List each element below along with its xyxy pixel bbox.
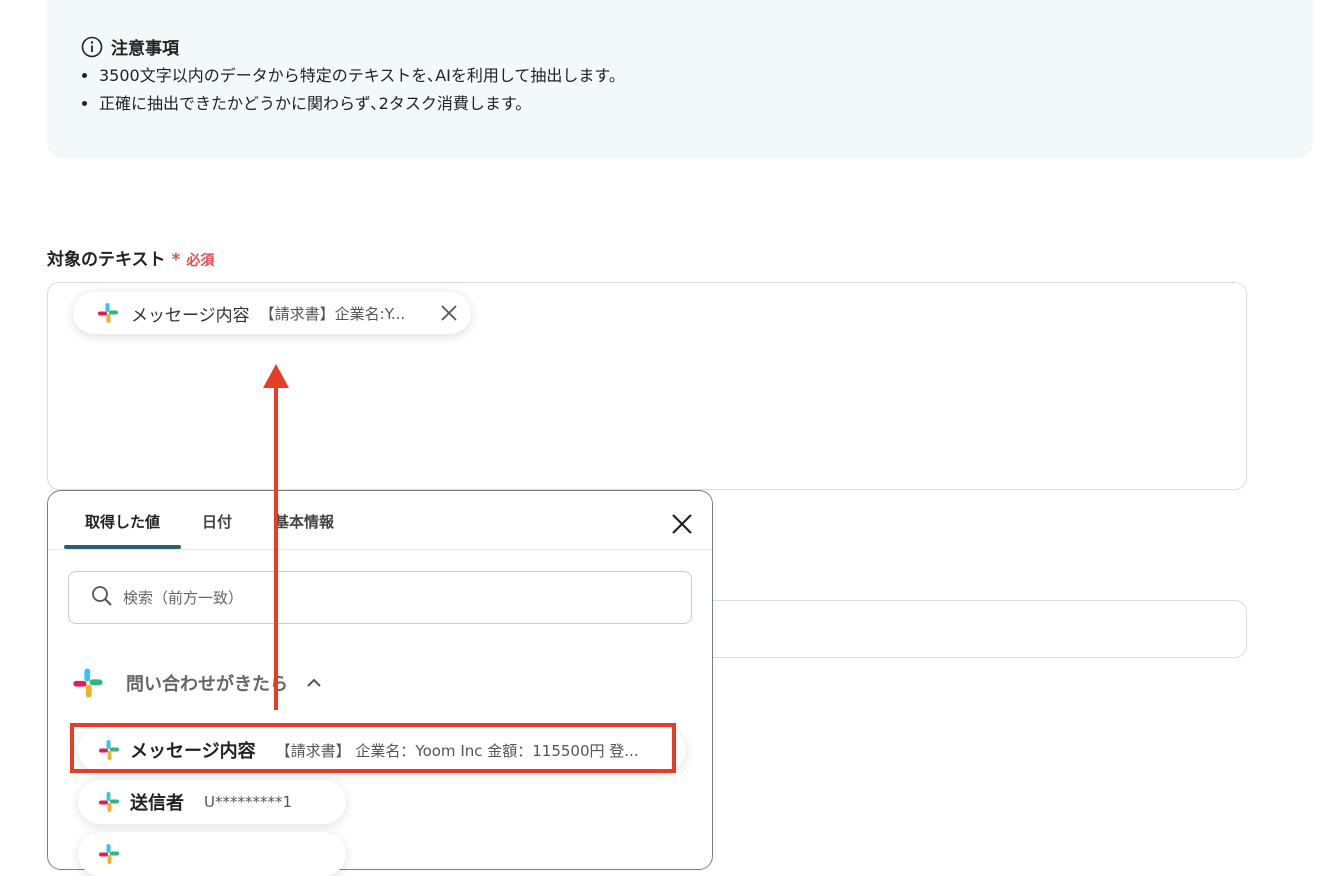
item-value: 【請求書】 企業名：Yoom Inc 金額：115500円 登...: [275, 741, 639, 760]
item-label: メッセージ内容: [130, 741, 256, 762]
notice-list: 3500文字以内のデータから特定のテキストを､AIを利用して抽出します。 正確に…: [79, 62, 625, 118]
info-icon: [81, 36, 103, 58]
close-icon[interactable]: [670, 512, 694, 536]
group-header[interactable]: 問い合わせがきたら: [72, 667, 322, 699]
divider: [48, 549, 712, 550]
required-badge: 必須: [186, 253, 215, 269]
notice-title: 注意事項: [81, 34, 179, 59]
item-label: 送信者: [130, 793, 184, 814]
field-label: 対象のテキスト * 必須: [47, 245, 214, 270]
slack-icon: [98, 791, 120, 813]
notice-item: 3500文字以内のデータから特定のテキストを､AIを利用して抽出します。: [99, 62, 625, 90]
slack-icon: [72, 667, 104, 699]
notice-box: 注意事項 3500文字以内のデータから特定のテキストを､AIを利用して抽出します…: [47, 0, 1313, 158]
item-value: U*********1: [204, 793, 293, 811]
notice-item: 正確に抽出できたかどうかに関わらず､2タスク消費します。: [99, 90, 625, 118]
tab-basic-info[interactable]: 基本情報: [253, 491, 355, 549]
chip-label: メッセージ内容: [131, 305, 250, 326]
tab-date[interactable]: 日付: [181, 491, 253, 549]
chevron-up-icon: [306, 675, 322, 691]
close-icon[interactable]: [439, 303, 459, 323]
group-label: 問い合わせがきたら: [126, 674, 288, 695]
search-field[interactable]: [68, 571, 692, 624]
slack-icon: [98, 843, 120, 865]
slack-icon: [98, 739, 120, 761]
secondary-input[interactable]: [690, 600, 1247, 658]
search-input[interactable]: [121, 587, 625, 608]
required-asterisk: *: [171, 250, 181, 270]
list-item-message-content[interactable]: メッセージ内容 【請求書】 企業名：Yoom Inc 金額：115500円 登.…: [78, 728, 686, 772]
list-item-sender[interactable]: 送信者 U*********1: [78, 780, 346, 824]
search-icon: [91, 585, 113, 611]
list-item-partial[interactable]: [78, 832, 346, 876]
tab-bar: 取得した値 日付 基本情報: [64, 491, 355, 549]
field-label-text: 対象のテキスト: [47, 250, 166, 270]
tab-acquired-values[interactable]: 取得した値: [64, 491, 182, 549]
notice-title-text: 注意事項: [111, 39, 179, 59]
inserted-value-chip[interactable]: メッセージ内容 【請求書】企業名:Y...: [73, 292, 471, 334]
slack-icon: [97, 302, 119, 324]
chip-value: 【請求書】企業名:Y...: [259, 304, 406, 323]
